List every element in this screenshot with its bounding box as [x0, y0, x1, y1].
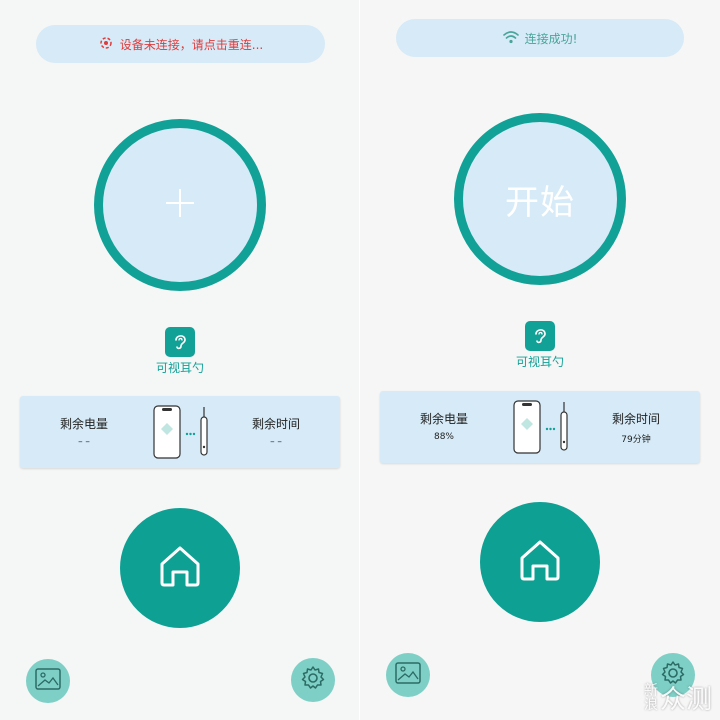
- start-button[interactable]: 开始: [454, 113, 626, 285]
- home-button[interactable]: [120, 508, 240, 628]
- battery-label: 剩余电量: [419, 412, 468, 426]
- gallery-button[interactable]: [26, 659, 70, 703]
- gallery-icon: [35, 668, 61, 694]
- time-label: 剩余时间: [611, 412, 660, 426]
- phone-earpick-icon: [152, 405, 234, 463]
- plus-icon: [163, 186, 197, 224]
- home-icon: [157, 543, 203, 593]
- status-connected-banner: 连接成功!: [396, 19, 684, 57]
- time-value: – –: [270, 437, 282, 447]
- app-name: 可视耳勺: [515, 355, 564, 369]
- ear-icon: [525, 321, 555, 351]
- start-label: 开始: [505, 182, 575, 223]
- connect-button[interactable]: [94, 119, 266, 291]
- phone-earpick-icon: [512, 400, 594, 458]
- settings-gear-icon: [300, 665, 326, 695]
- gallery-icon: [395, 662, 421, 688]
- watermark-small-top: 新: [643, 682, 658, 699]
- status-text: 连接成功!: [524, 31, 578, 46]
- wifi-icon: [502, 30, 519, 47]
- time-value: 79分钟: [621, 435, 651, 445]
- watermark-logo: 新 浪: [644, 684, 658, 712]
- settings-button[interactable]: [291, 658, 335, 702]
- home-button[interactable]: [480, 502, 600, 622]
- ear-icon: [165, 327, 195, 357]
- watermark-text: 众测: [659, 685, 712, 715]
- app-name: 可视耳勺: [155, 361, 204, 375]
- watermark-small-bottom: 浪: [643, 696, 658, 713]
- panel-disconnected: 设备未连接，请点击重连... 可视耳勺 剩余电量 – – 剩余时间 – –: [0, 0, 360, 720]
- device-info-card: 剩余电量 88% 剩余时间 79分钟: [380, 391, 700, 463]
- status-reconnect-banner[interactable]: 设备未连接，请点击重连...: [36, 25, 325, 63]
- battery-value: 88%: [433, 432, 454, 442]
- time-label: 剩余时间: [251, 417, 300, 431]
- watermark: 新 浪 众测: [644, 679, 712, 716]
- home-icon: [517, 537, 563, 587]
- battery-value: – –: [78, 437, 90, 447]
- panel-connected: 连接成功! 开始 可视耳勺 剩余电量 88% 剩余时间 79分钟: [360, 0, 720, 720]
- status-text: 设备未连接，请点击重连...: [119, 37, 264, 52]
- device-disconnected-icon: [98, 35, 114, 54]
- gallery-button[interactable]: [386, 653, 430, 697]
- device-info-card: 剩余电量 – – 剩余时间 – –: [20, 396, 340, 468]
- battery-label: 剩余电量: [59, 417, 108, 431]
